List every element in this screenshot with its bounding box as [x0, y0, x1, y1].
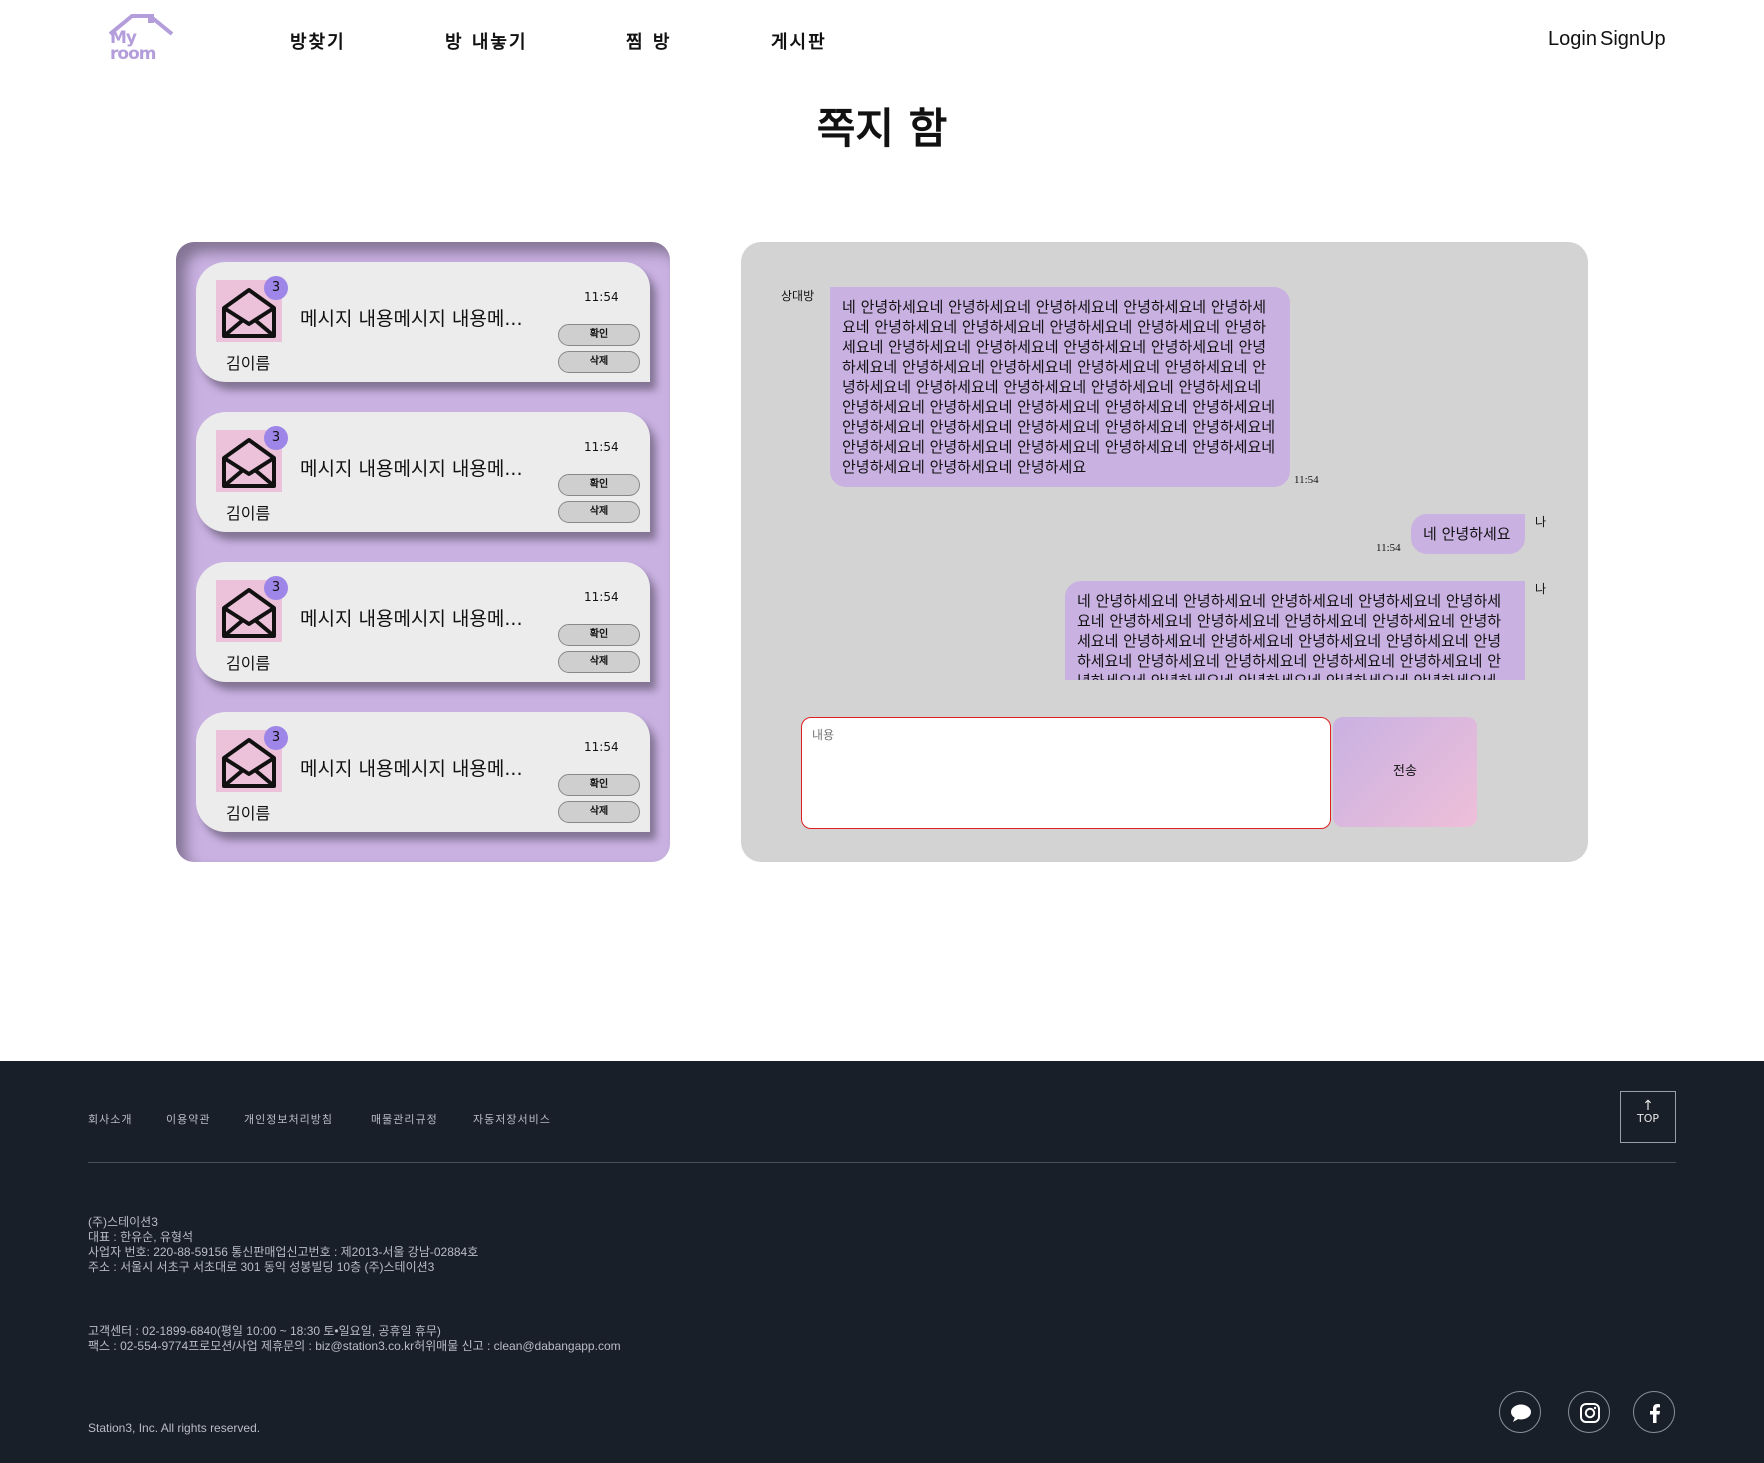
sender-label: 상대방 — [781, 289, 815, 303]
footer-link-terms[interactable]: 이용약관 — [166, 1111, 210, 1127]
message-card[interactable]: 3 김이름 메시지 내용메시지 내용메... 11:54 확인 삭제 — [196, 712, 650, 832]
instagram-icon — [1580, 1403, 1600, 1423]
business-number: 사업자 번호: 220-88-59156 통신판매업신고번호 : 제2013-서… — [88, 1245, 479, 1259]
chat-icon — [1511, 1404, 1531, 1422]
delete-button[interactable]: 삭제 — [558, 651, 640, 673]
page-title: 쪽지 함 — [816, 104, 948, 153]
footer-link-company[interactable]: 회사소개 — [88, 1111, 132, 1127]
top-label: TOP — [1636, 1112, 1659, 1125]
unread-count-badge: 3 — [264, 576, 288, 600]
logo-text: My room — [110, 28, 156, 64]
message-card[interactable]: 3 김이름 메시지 내용메시지 내용메... 11:54 확인 삭제 — [196, 412, 650, 532]
message-preview: 메시지 내용메시지 내용메... — [300, 758, 523, 780]
login-link[interactable]: Login — [1548, 28, 1597, 51]
message-time: 11:54 — [584, 290, 619, 304]
logo[interactable]: My room — [108, 12, 178, 68]
footer-divider — [88, 1162, 1676, 1163]
sender-name: 김이름 — [226, 804, 271, 823]
nav-list-room[interactable]: 방 내놓기 — [445, 28, 528, 54]
unread-count-badge: 3 — [264, 426, 288, 450]
delete-button[interactable]: 삭제 — [558, 351, 640, 373]
facebook-button[interactable] — [1633, 1391, 1675, 1433]
message-card[interactable]: 3 김이름 메시지 내용메시지 내용메... 11:54 확인 삭제 — [196, 262, 650, 382]
message-list-panel: 3 김이름 메시지 내용메시지 내용메... 11:54 확인 삭제 3 김이름… — [176, 242, 670, 862]
sender-label: 나 — [1535, 515, 1547, 529]
confirm-button[interactable]: 확인 — [558, 774, 640, 796]
confirm-button[interactable]: 확인 — [558, 624, 640, 646]
delete-button[interactable]: 삭제 — [558, 501, 640, 523]
scroll-top-button[interactable]: ↑ TOP — [1620, 1091, 1676, 1143]
send-button[interactable]: 전송 — [1333, 717, 1477, 827]
instagram-button[interactable] — [1568, 1391, 1610, 1433]
chat-button[interactable] — [1499, 1391, 1541, 1433]
header: My room 방찾기 방 내놓기 찜 방 게시판 Login SignUp — [0, 0, 1764, 80]
message-input[interactable] — [801, 717, 1331, 829]
company-ceo: 대표 : 한유순, 유형석 — [88, 1230, 193, 1244]
sender-label: 나 — [1535, 582, 1547, 596]
footer-link-listing-policy[interactable]: 매물관리규정 — [371, 1111, 438, 1127]
sender-name: 김이름 — [226, 654, 271, 673]
unread-count-badge: 3 — [264, 276, 288, 300]
sender-name: 김이름 — [226, 504, 271, 523]
sender-name: 김이름 — [226, 354, 271, 373]
copyright: Station3, Inc. All rights reserved. — [88, 1421, 261, 1435]
company-name: (주)스테이션3 — [88, 1215, 158, 1229]
contact-info: 팩스 : 02-554-9774프로모션/사업 제휴문의 : biz@stati… — [88, 1339, 621, 1353]
sent-message-bubble: 네 안녕하세요네 안녕하세요네 안녕하세요네 안녕하세요네 안녕하세요네 안녕하… — [1065, 581, 1525, 680]
message-time: 11:54 — [1376, 542, 1401, 554]
arrow-up-icon: ↑ — [1642, 1098, 1654, 1114]
message-card[interactable]: 3 김이름 메시지 내용메시지 내용메... 11:54 확인 삭제 — [196, 562, 650, 682]
chat-panel: 상대방 네 안녕하세요네 안녕하세요네 안녕하세요네 안녕하세요네 안녕하세요네… — [741, 242, 1588, 862]
received-message-bubble: 네 안녕하세요네 안녕하세요네 안녕하세요네 안녕하세요네 안녕하세요네 안녕하… — [830, 287, 1290, 487]
message-time: 11:54 — [584, 440, 619, 454]
unread-count-badge: 3 — [264, 726, 288, 750]
message-time: 11:54 — [1294, 474, 1319, 486]
sent-message-bubble: 네 안녕하세요 — [1411, 514, 1525, 554]
nav-board[interactable]: 게시판 — [771, 28, 827, 54]
facebook-icon — [1650, 1404, 1660, 1423]
footer-link-autosave[interactable]: 자동저장서비스 — [473, 1111, 551, 1127]
signup-link[interactable]: SignUp — [1600, 28, 1666, 51]
delete-button[interactable]: 삭제 — [558, 801, 640, 823]
nav-find-room[interactable]: 방찾기 — [290, 28, 346, 54]
footer: 회사소개 이용약관 개인정보처리방침 매물관리규정 자동저장서비스 ↑ TOP … — [0, 1061, 1764, 1463]
message-time: 11:54 — [584, 590, 619, 604]
message-time: 11:54 — [584, 740, 619, 754]
nav-favorite-room[interactable]: 찜 방 — [626, 28, 671, 54]
confirm-button[interactable]: 확인 — [558, 474, 640, 496]
chat-history[interactable]: 상대방 네 안녕하세요네 안녕하세요네 안녕하세요네 안녕하세요네 안녕하세요네… — [741, 242, 1588, 680]
message-preview: 메시지 내용메시지 내용메... — [300, 608, 523, 630]
confirm-button[interactable]: 확인 — [558, 324, 640, 346]
company-address: 주소 : 서울시 서초구 서초대로 301 동익 성봉빌딩 10층 (주)스테이… — [88, 1260, 435, 1274]
message-preview: 메시지 내용메시지 내용메... — [300, 458, 523, 480]
customer-center: 고객센터 : 02-1899-6840(평일 10:00 ~ 18:30 토•일… — [88, 1324, 441, 1338]
message-preview: 메시지 내용메시지 내용메... — [300, 308, 523, 330]
footer-link-privacy[interactable]: 개인정보처리방침 — [244, 1111, 333, 1127]
